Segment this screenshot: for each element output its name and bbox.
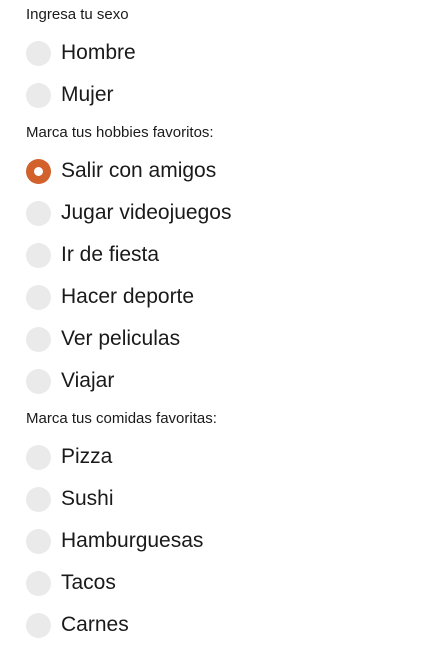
food-option-carnes[interactable]: Carnes xyxy=(26,604,446,646)
sex-options: Hombre Mujer xyxy=(26,32,446,116)
option-label-ir-de-fiesta: Ir de fiesta xyxy=(61,243,160,266)
food-option-hamburguesas[interactable]: Hamburguesas xyxy=(26,520,446,562)
radio-jugar-videojuegos[interactable] xyxy=(26,200,51,226)
radio-ir-de-fiesta[interactable] xyxy=(26,242,51,268)
hobby-option-salir-con-amigos[interactable]: Salir con amigos xyxy=(26,150,446,192)
option-label-carnes: Carnes xyxy=(61,613,129,636)
sex-section-label: Ingresa tu sexo xyxy=(26,6,129,23)
option-label-viajar: Viajar xyxy=(61,369,115,392)
food-option-pizza[interactable]: Pizza xyxy=(26,436,446,478)
hobby-option-hacer-deporte[interactable]: Hacer deporte xyxy=(26,276,446,318)
radio-hacer-deporte[interactable] xyxy=(26,284,51,310)
option-label-jugar-videojuegos: Jugar videojuegos xyxy=(61,201,232,224)
hobbies-section-label: Marca tus hobbies favoritos: xyxy=(26,124,214,141)
radio-hamburguesas[interactable] xyxy=(26,528,51,554)
option-label-tacos: Tacos xyxy=(61,571,116,594)
option-label-hombre: Hombre xyxy=(61,41,136,64)
radio-carnes[interactable] xyxy=(26,612,51,638)
sex-option-hombre[interactable]: Hombre xyxy=(26,32,446,74)
option-label-ver-peliculas: Ver peliculas xyxy=(61,327,181,350)
food-option-tacos[interactable]: Tacos xyxy=(26,562,446,604)
option-label-sushi: Sushi xyxy=(61,487,114,510)
food-option-sushi[interactable]: Sushi xyxy=(26,478,446,520)
radio-sushi[interactable] xyxy=(26,486,51,512)
hobby-option-ir-de-fiesta[interactable]: Ir de fiesta xyxy=(26,234,446,276)
radio-tacos[interactable] xyxy=(26,570,51,596)
radio-salir-con-amigos[interactable] xyxy=(26,158,51,184)
radio-ver-peliculas[interactable] xyxy=(26,326,51,352)
option-label-mujer: Mujer xyxy=(61,83,114,106)
sex-section: Ingresa tu sexo Hombre Mujer xyxy=(26,6,446,116)
option-label-salir-con-amigos: Salir con amigos xyxy=(61,159,217,182)
radio-pizza[interactable] xyxy=(26,444,51,470)
hobbies-section: Marca tus hobbies favoritos: Salir con a… xyxy=(26,124,446,402)
radio-mujer[interactable] xyxy=(26,82,51,108)
hobby-option-ver-peliculas[interactable]: Ver peliculas xyxy=(26,318,446,360)
hobby-option-viajar[interactable]: Viajar xyxy=(26,360,446,402)
option-label-pizza: Pizza xyxy=(61,445,113,468)
hobby-option-jugar-videojuegos[interactable]: Jugar videojuegos xyxy=(26,192,446,234)
option-label-hacer-deporte: Hacer deporte xyxy=(61,285,195,308)
radio-hombre[interactable] xyxy=(26,40,51,66)
radio-viajar[interactable] xyxy=(26,368,51,394)
food-section-label: Marca tus comidas favoritas: xyxy=(26,410,217,427)
option-label-hamburguesas: Hamburguesas xyxy=(61,529,204,552)
sex-option-mujer[interactable]: Mujer xyxy=(26,74,446,116)
food-options: Pizza Sushi Hamburguesas Tacos Carnes xyxy=(26,436,446,646)
preferences-form: Ingresa tu sexo Hombre Mujer Marca tus h… xyxy=(0,0,446,646)
hobbies-options: Salir con amigos Jugar videojuegos Ir de… xyxy=(26,150,446,402)
food-section: Marca tus comidas favoritas: Pizza Sushi… xyxy=(26,410,446,646)
